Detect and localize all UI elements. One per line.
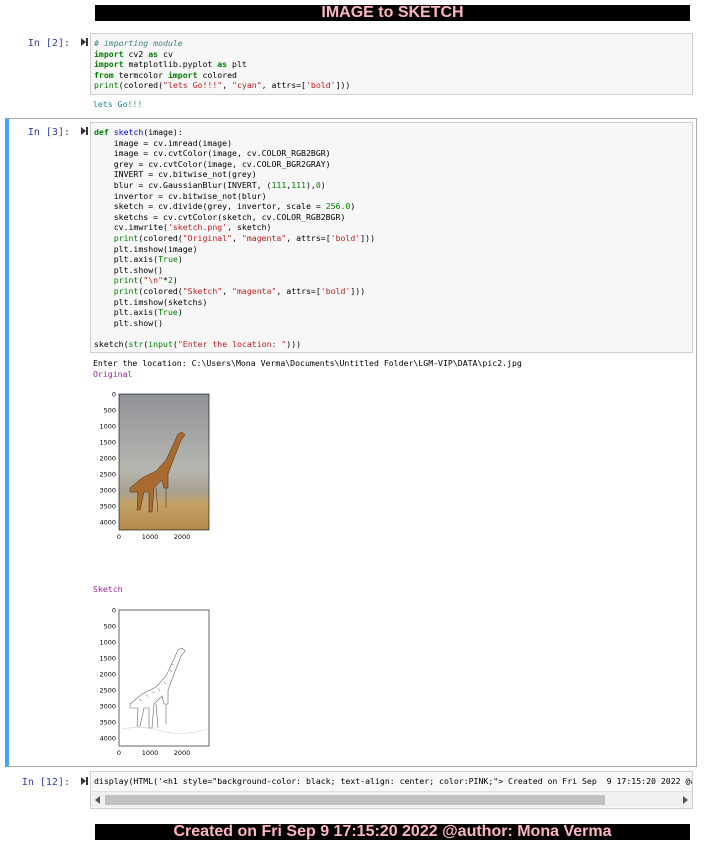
y-tick-label: 1500 [99,655,116,663]
y-tick-label: 3500 [99,719,116,727]
y-tick-label: 2000 [99,671,116,679]
y-tick-label: 500 [104,407,116,415]
x-tick-label: 2000 [174,749,191,757]
cell-12-prompt: In [12]: [21,777,70,788]
y-tick-label: 3000 [99,703,116,711]
cell-3-prompt: In [3]: [27,127,70,138]
code-line: def sketch(image): [94,127,183,137]
code-line: print(colored("lets Go!!!", "cyan", attr… [94,80,351,91]
y-tick-label: 3000 [99,487,116,495]
bottom-banner: Created on Fri Sep 9 17:15:20 2022 @auth… [95,824,690,840]
x-axis: 0 1000 2000 [117,533,190,541]
run-cell-icon[interactable] [81,777,88,785]
y-tick-label: 4000 [99,735,116,743]
code-line: sketchs = cv.cvtColor(sketch, cv.COLOR_R… [94,211,346,222]
y-axis: 0 500 1000 1500 2000 2500 3000 3500 4000 [99,607,116,743]
scroll-right-icon[interactable] [683,796,688,804]
x-tick-label: 1000 [142,533,159,541]
code-line: from termcolor import colored [94,69,237,80]
cell-2-output: lets Go!!! [93,99,143,109]
input-prompt-line: Enter the location: C:\Users\Mona Verma\… [93,358,522,368]
y-tick-label: 2500 [99,687,116,695]
code-line: cv.imwrite('sketch.png', sketch) [94,222,272,233]
code-line: blur = cv.GaussianBlur(INVERT, (111,111)… [94,179,326,190]
y-tick-label: 500 [104,623,116,631]
x-tick-label: 2000 [174,533,191,541]
x-tick-label: 0 [117,749,121,757]
code-line: plt.imshow(image) [94,243,198,254]
scroll-left-icon[interactable] [95,796,100,804]
code-line: plt.show() [94,264,164,275]
y-tick-label: 2000 [99,455,116,463]
cell-2-code[interactable]: # importing module import cv2 as cv impo… [90,33,693,95]
code-line: grey = cv.cvtColor(image, cv.COLOR_BGR2G… [94,158,331,169]
y-tick-label: 4000 [99,519,116,527]
label-original: Original [93,369,133,379]
code-line: print(colored("Sketch", "magenta", attrs… [113,285,366,296]
y-tick-label: 1000 [99,423,116,431]
code-line: plt.axis(True) [94,254,183,265]
horizontal-scrollbar[interactable] [91,791,692,807]
run-cell-icon[interactable] [81,127,88,135]
code-line: invertor = cv.bitwise_not(blur) [94,190,267,201]
run-cell-icon[interactable] [81,38,88,46]
cell-2-prompt: In [2]: [27,38,70,49]
code-line: plt.imshow(sketchs) [94,296,208,307]
top-banner: IMAGE to SKETCH [95,5,690,21]
label-sketch: Sketch [93,584,123,594]
original-image-plot: 0 500 1000 1500 2000 2500 3000 3500 4000… [99,391,210,541]
code-line: plt.axis(True) [94,307,183,318]
code-line: display(HTML('<h1 style="background-colo… [94,776,692,786]
code-line: sketch = cv.divide(grey, invertor, scale… [94,201,356,212]
cell-3-code[interactable]: def sketch(image): image = cv.imread(ima… [90,122,693,353]
y-tick-label: 2500 [99,471,116,479]
y-tick-label: 0 [112,391,116,399]
code-line: import matplotlib.pyplot as plt [94,59,247,70]
code-line: image = cv.cvtColor(image, cv.COLOR_RGB2… [94,148,331,159]
y-tick-label: 1500 [99,439,116,447]
code-line: sketch(str(input("Enter the location: ")… [94,338,302,349]
code-line: import cv2 as cv [94,48,173,59]
y-tick-label: 3500 [99,503,116,511]
code-line: plt.show() [94,317,164,328]
code-line: image = cv.imread(image) [94,137,233,148]
y-axis: 0 500 1000 1500 2000 2500 3000 3500 4000 [99,391,116,527]
y-tick-label: 0 [112,607,116,615]
y-tick-label: 1000 [99,639,116,647]
x-tick-label: 0 [117,533,121,541]
scrollbar-thumb[interactable] [105,795,605,805]
code-line: INVERT = cv.bitwise_not(grey) [94,169,257,180]
code-line: print("\n"*2) [113,275,178,286]
code-line: print(colored("Original", "magenta", att… [113,232,376,243]
code-line: # importing module [94,38,183,48]
x-axis: 0 1000 2000 [117,749,190,757]
sketch-image-plot: 0 500 1000 1500 2000 2500 3000 3500 4000… [99,607,210,757]
x-tick-label: 1000 [142,749,159,757]
